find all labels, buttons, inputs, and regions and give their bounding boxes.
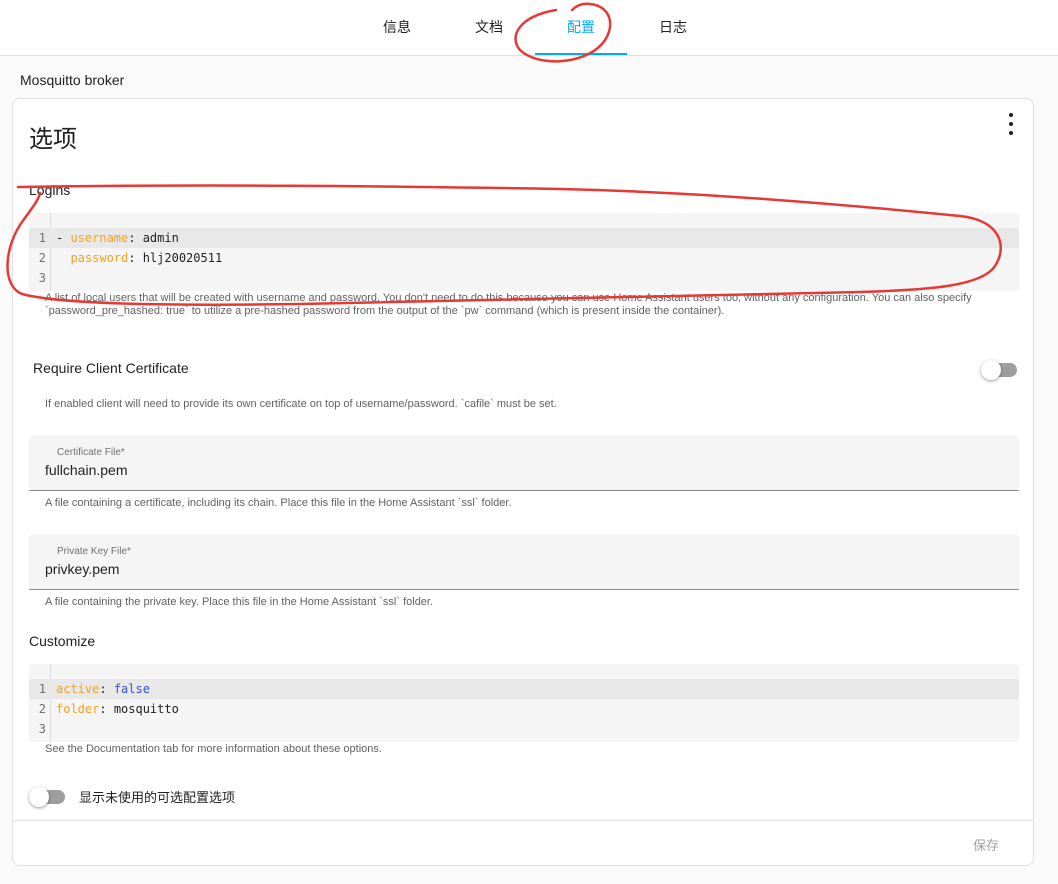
- customize-label: Customize: [29, 633, 96, 649]
- certificate-file-helper-text: A file containing a certificate, includi…: [45, 497, 512, 509]
- private-key-file-helper-text: A file containing the private key. Place…: [45, 596, 434, 608]
- tab-log[interactable]: 日志: [627, 0, 719, 55]
- certificate-file-value: fullchain.pem: [45, 462, 128, 478]
- private-key-file-field[interactable]: Private Key File* privkey.pem: [29, 534, 1019, 590]
- code-line: 2 password: hlj20020511: [38, 251, 223, 265]
- require-cert-toggle[interactable]: [981, 360, 1017, 380]
- card-actions-divider: [13, 820, 1033, 821]
- options-card: 选项 Logins 1 - username: admin 2 password…: [12, 98, 1034, 866]
- tab-docs[interactable]: 文档: [443, 0, 535, 55]
- card-title: 选项: [29, 126, 77, 153]
- show-unused-label: 显示未使用的可选配置选项: [79, 790, 236, 805]
- private-key-file-value: privkey.pem: [45, 561, 120, 577]
- certificate-file-label: Certificate File*: [57, 447, 125, 458]
- customize-helper-text: See the Documentation tab for more infor…: [45, 743, 382, 755]
- private-key-file-label: Private Key File*: [57, 546, 131, 557]
- tab-config[interactable]: 配置: [535, 0, 627, 55]
- code-line: 2 folder: mosquitto: [38, 702, 179, 716]
- tab-info[interactable]: 信息: [351, 0, 443, 55]
- tab-bar: 信息 文档 配置 日志: [0, 0, 1058, 56]
- logins-code-editor[interactable]: 1 - username: admin 2 password: hlj20020…: [29, 213, 1019, 291]
- require-cert-helper-text: If enabled client will need to provide i…: [45, 398, 557, 410]
- code-line: 3: [38, 722, 46, 736]
- certificate-file-field[interactable]: Certificate File* fullchain.pem: [29, 435, 1019, 491]
- dots-vertical-icon[interactable]: [1003, 113, 1019, 135]
- logins-label: Logins: [29, 182, 71, 198]
- logins-helper-text: A list of local users that will be creat…: [45, 292, 972, 317]
- code-line: 3: [38, 271, 46, 285]
- code-line: 1 active: false: [29, 679, 1019, 699]
- require-cert-label: Require Client Certificate: [33, 360, 189, 376]
- code-line: 1 - username: admin: [29, 228, 1019, 248]
- save-button[interactable]: 保存: [973, 835, 999, 854]
- customize-code-editor[interactable]: 1 active: false 2 folder: mosquitto 3: [29, 664, 1019, 742]
- show-unused-toggle[interactable]: [29, 787, 65, 807]
- addon-name: Mosquitto broker: [20, 72, 125, 88]
